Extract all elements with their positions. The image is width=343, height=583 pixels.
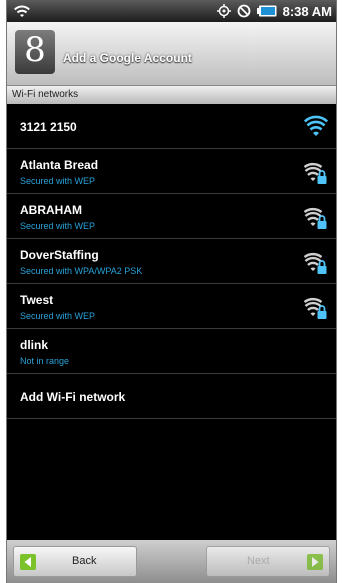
- arrow-right-icon: [307, 554, 323, 570]
- wifi-lock-icon: [304, 207, 327, 229]
- battery-icon: [256, 5, 277, 17]
- network-name: DoverStaffing: [20, 248, 99, 262]
- phone-screen: 8:38 AM 8 Add a Google Account Wi-Fi net…: [6, 0, 337, 583]
- network-status: Secured with WEP: [20, 221, 96, 231]
- network-name: dlink: [20, 338, 49, 352]
- network-name: Twest: [20, 293, 54, 307]
- network-item[interactable]: dlink Not in range: [7, 329, 336, 374]
- network-name: Atlanta Bread: [20, 158, 99, 172]
- gps-icon: [216, 4, 231, 18]
- network-item[interactable]: Twest Secured with WEP: [7, 284, 336, 329]
- wifi-lock-icon: [304, 162, 327, 184]
- network-status: Secured with WEP: [20, 311, 96, 321]
- page-title: Add a Google Account: [63, 51, 192, 65]
- wifi-lock-icon: [304, 252, 327, 274]
- network-status: Not in range: [20, 356, 70, 366]
- do-not-disturb-icon: [237, 4, 251, 18]
- network-status: Secured with WEP: [20, 176, 96, 186]
- network-item[interactable]: Atlanta Bread Secured with WEP: [7, 149, 336, 194]
- wifi-network-list: 3121 2150 Atlanta Bread Secured with WEP…: [7, 104, 336, 419]
- clock: 8:38 AM: [282, 3, 332, 19]
- next-label: Next: [247, 555, 270, 567]
- next-button[interactable]: Next: [206, 546, 330, 577]
- section-header: Wi-Fi networks: [7, 86, 336, 104]
- back-label: Back: [72, 555, 97, 567]
- network-item[interactable]: ABRAHAM Secured with WEP: [7, 194, 336, 239]
- add-network-item[interactable]: Add Wi-Fi network: [7, 374, 336, 419]
- network-name: 3121 2150: [20, 120, 77, 134]
- add-network-label: Add Wi-Fi network: [20, 390, 126, 404]
- google-logo-icon: 8: [15, 30, 55, 74]
- network-name: ABRAHAM: [20, 203, 82, 217]
- wifi-lock-icon: [304, 297, 327, 319]
- wifi-open-icon: [304, 115, 328, 136]
- network-item[interactable]: 3121 2150: [7, 104, 336, 149]
- bottom-button-bar: Back Next: [7, 540, 336, 583]
- title-bar: 8 Add a Google Account: [7, 22, 336, 86]
- back-button[interactable]: Back: [13, 546, 137, 577]
- wifi-status-icon: [14, 5, 30, 17]
- network-status: Secured with WPA/WPA2 PSK: [20, 266, 143, 276]
- arrow-left-icon: [20, 554, 36, 570]
- status-bar: 8:38 AM: [7, 0, 336, 22]
- network-item[interactable]: DoverStaffing Secured with WPA/WPA2 PSK: [7, 239, 336, 284]
